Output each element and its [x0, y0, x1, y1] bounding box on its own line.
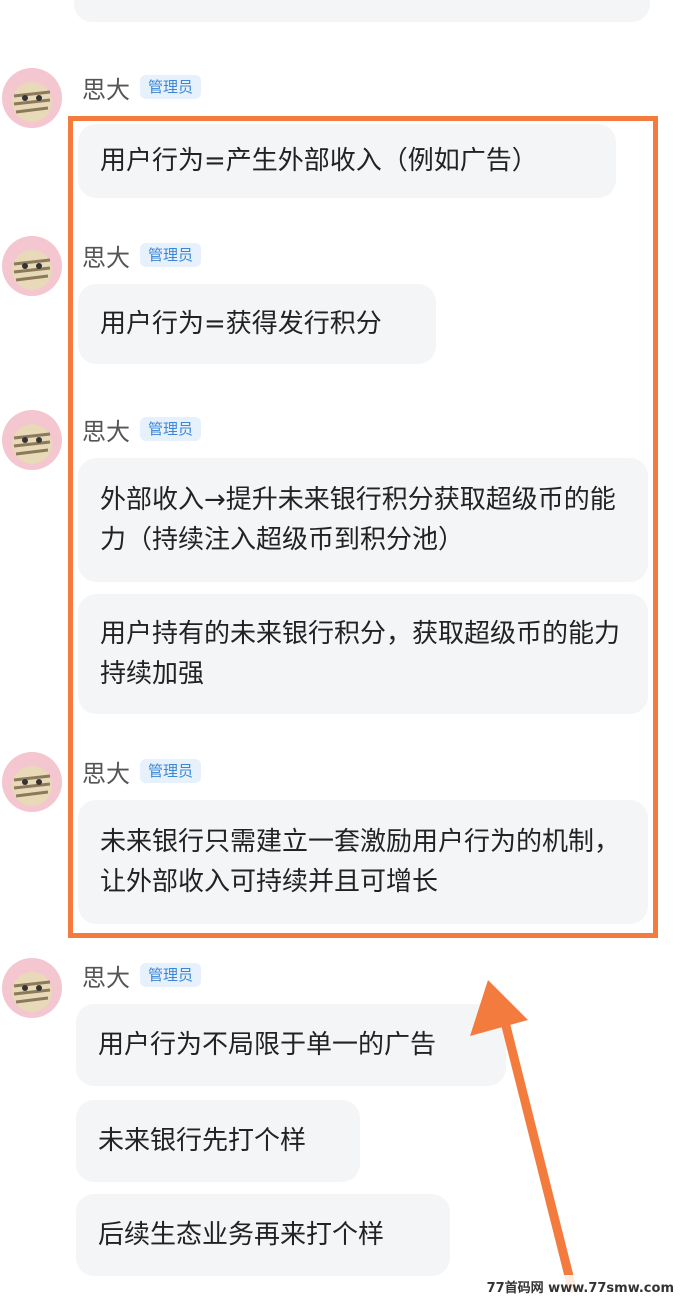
annotation-arrow-icon — [470, 980, 577, 1293]
watermark: 77首码网 www.77smw.com — [482, 1275, 678, 1298]
